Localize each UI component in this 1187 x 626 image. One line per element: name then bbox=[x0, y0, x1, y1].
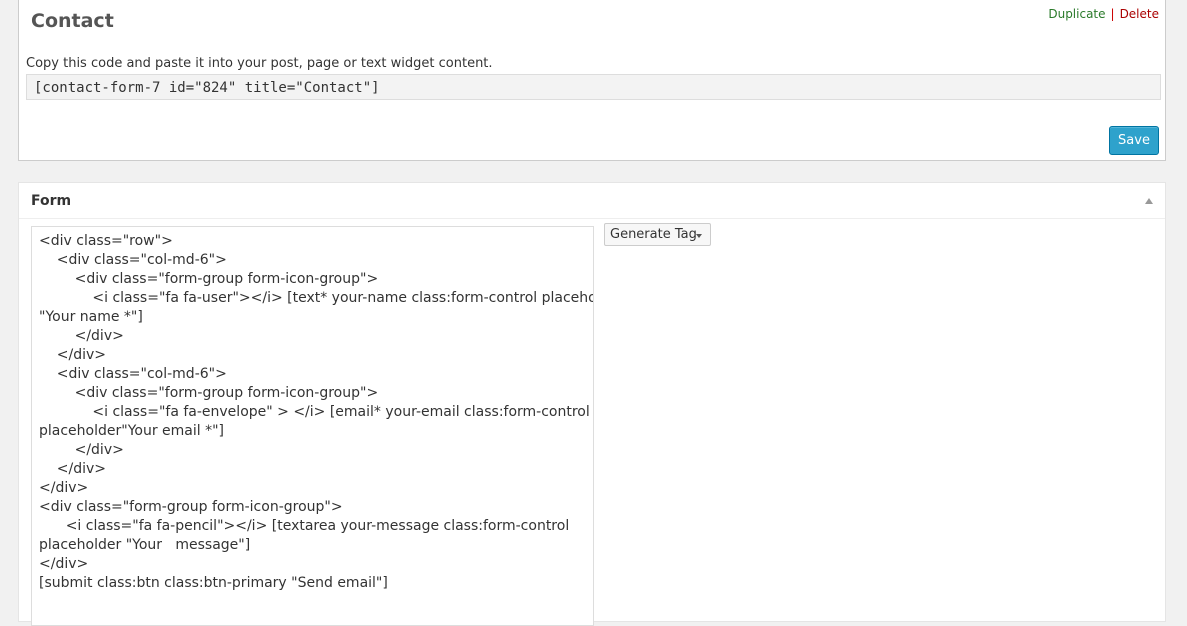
save-button[interactable]: Save bbox=[1109, 126, 1159, 155]
form-panel-header[interactable]: Form bbox=[19, 183, 1165, 219]
code-line: </div> bbox=[39, 556, 89, 572]
code-line: </div> bbox=[39, 347, 107, 363]
code-line: </div> bbox=[39, 328, 124, 344]
code-line: </div> bbox=[39, 461, 107, 477]
contact-form-panel: Contact Duplicate | Delete Copy this code … bbox=[18, 0, 1166, 161]
dropdown-caret-icon bbox=[696, 234, 702, 238]
code-line: <div class="col-md-6"> bbox=[39, 366, 227, 382]
code-line: [submit class:btn class:btn-primary "Sen… bbox=[39, 575, 388, 591]
form-editor-panel: Form <div class="row"> <div class="col-m… bbox=[18, 182, 1166, 626]
code-line: placeholder"Your email *"] bbox=[39, 423, 224, 439]
code-line: <div class="form-group form-icon-group"> bbox=[39, 385, 379, 401]
generate-tag-label: Generate Tag bbox=[610, 227, 697, 242]
code-line: placeholder "Your message"] bbox=[39, 537, 251, 553]
code-line: </div> bbox=[39, 480, 89, 496]
form-actions: Duplicate | Delete bbox=[1048, 7, 1159, 21]
code-line: <div class="form-group form-icon-group"> bbox=[39, 499, 343, 515]
collapse-toggle-icon[interactable] bbox=[1145, 198, 1153, 204]
shortcode-field[interactable]: [contact-form-7 id="824" title="Contact"… bbox=[26, 74, 1161, 100]
code-line: <i class="fa fa-pencil"></i> [textarea y… bbox=[39, 518, 570, 534]
generate-tag-button[interactable]: Generate Tag bbox=[604, 223, 711, 246]
code-line: "Your name *"] bbox=[39, 309, 143, 325]
code-line: <div class="form-group form-icon-group"> bbox=[39, 271, 379, 287]
code-line: <div class="col-md-6"> bbox=[39, 252, 227, 268]
action-separator: | bbox=[1110, 7, 1115, 21]
code-line: <div class="row"> bbox=[39, 233, 173, 249]
code-line: <i class="fa fa-user"></i> [text* your-n… bbox=[39, 290, 594, 306]
code-line: </div> bbox=[39, 442, 124, 458]
form-panel-title: Form bbox=[31, 193, 72, 209]
delete-link[interactable]: Delete bbox=[1120, 7, 1159, 21]
shortcode-hint: Copy this code and paste it into your po… bbox=[26, 56, 493, 71]
form-code-textarea[interactable]: <div class="row"> <div class="col-md-6">… bbox=[31, 226, 594, 626]
code-line: <i class="fa fa-envelope" > </i> [email*… bbox=[39, 404, 590, 420]
form-title: Contact bbox=[31, 10, 114, 32]
duplicate-link[interactable]: Duplicate bbox=[1048, 7, 1105, 21]
